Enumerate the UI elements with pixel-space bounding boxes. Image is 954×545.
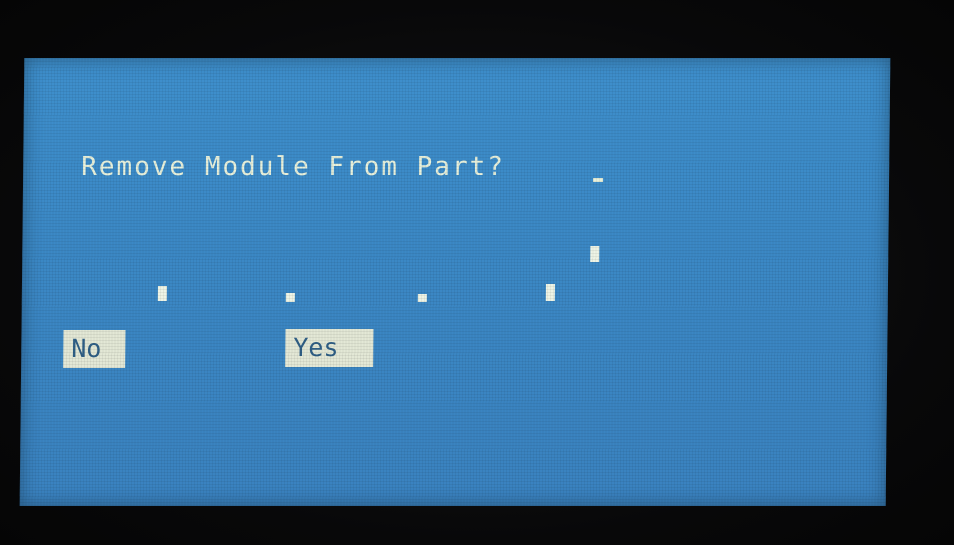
text-cursor xyxy=(593,178,604,182)
level-indicator xyxy=(417,294,427,302)
lcd-screen: Remove Module From Part? No Yes xyxy=(19,58,891,506)
yes-button[interactable]: Yes xyxy=(285,329,374,367)
level-indicator xyxy=(157,286,167,301)
device-bezel: Remove Module From Part? No Yes xyxy=(0,0,954,545)
no-button[interactable]: No xyxy=(63,330,126,368)
level-indicator xyxy=(590,246,600,262)
level-indicator xyxy=(545,284,555,301)
level-indicator xyxy=(285,293,295,302)
confirm-prompt: Remove Module From Part? xyxy=(81,152,506,182)
